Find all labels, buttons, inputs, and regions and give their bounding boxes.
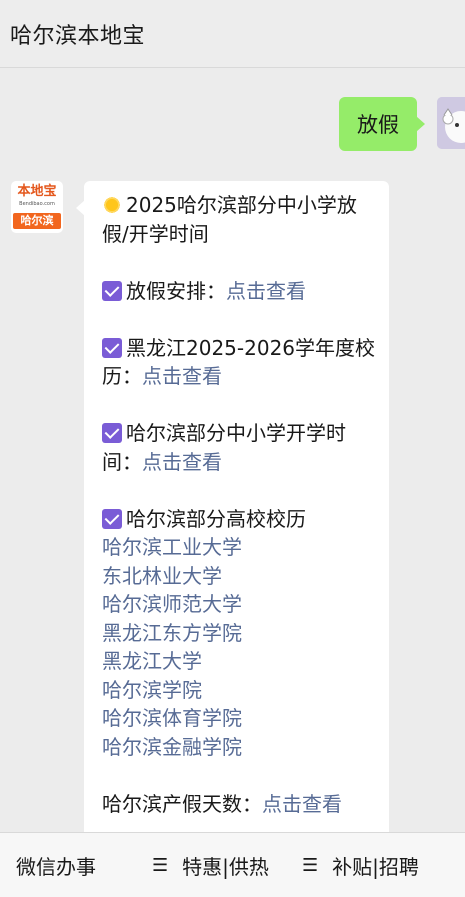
colleges-heading: 哈尔滨部分高校校历 — [102, 505, 375, 534]
maternity-label: 哈尔滨产假天数： — [102, 791, 262, 816]
user-avatar[interactable] — [437, 97, 465, 149]
checkbox-icon — [102, 280, 122, 301]
incoming-message-bubble: 2025哈尔滨部分中小学放假/开学时间 放假安排：点击查看 黑龙江2025-20… — [76, 181, 389, 832]
menu-label: 补贴|招聘 — [332, 855, 419, 879]
chat-area[interactable]: 放假 本地宝 Bendibao.com 哈尔滨 2025哈尔滨部分中小学放假/开… — [0, 68, 465, 832]
menu-list-icon: ☰ — [302, 855, 319, 876]
college-link[interactable]: 黑龙江东方学院 — [102, 619, 375, 648]
college-link[interactable]: 哈尔滨学院 — [102, 676, 375, 705]
logo-url-text: Bendibao.com — [19, 201, 55, 207]
checkbox-icon — [102, 508, 122, 529]
menu-item-deals-heating[interactable]: ☰ 特惠|供热 — [152, 833, 269, 897]
list-item: 放假安排：点击查看 — [102, 277, 375, 306]
user-avatar-image — [437, 97, 465, 149]
college-link[interactable]: 哈尔滨师范大学 — [102, 590, 375, 619]
item-label: 放假安排： — [126, 278, 226, 303]
menu-list-icon: ☰ — [152, 855, 169, 876]
chat-header: 哈尔滨本地宝 — [0, 0, 465, 68]
bot-avatar[interactable]: 本地宝 Bendibao.com 哈尔滨 — [11, 181, 63, 233]
view-link[interactable]: 点击查看 — [142, 364, 222, 388]
checkbox-icon — [102, 423, 122, 443]
outgoing-message-row: 放假 — [0, 97, 465, 153]
college-link[interactable]: 哈尔滨体育学院 — [102, 704, 375, 733]
chat-title: 哈尔滨本地宝 — [10, 23, 146, 49]
menu-label: 微信办事 — [16, 855, 96, 879]
logo-top-text: 本地宝 — [17, 184, 57, 199]
college-link[interactable]: 哈尔滨工业大学 — [102, 533, 375, 562]
item-label: 哈尔滨部分中小学开学时间： — [102, 421, 346, 474]
view-link[interactable]: 点击查看 — [226, 279, 306, 303]
sun-icon — [102, 195, 122, 215]
message-title: 2025哈尔滨部分中小学放假/开学时间 — [102, 191, 375, 248]
view-link[interactable]: 点击查看 — [142, 450, 222, 474]
list-item: 哈尔滨部分中小学开学时间：点击查看 — [102, 419, 375, 476]
checkbox-icon — [102, 337, 122, 358]
message-title-text: 2025哈尔滨部分中小学放假/开学时间 — [102, 193, 357, 246]
outgoing-message-text: 放假 — [357, 113, 399, 137]
view-link[interactable]: 点击查看 — [262, 792, 342, 816]
list-item: 黑龙江2025-2026学年度校历：点击查看 — [102, 334, 375, 391]
college-link[interactable]: 黑龙江大学 — [102, 647, 375, 676]
college-link[interactable]: 哈尔滨金融学院 — [102, 733, 375, 762]
maternity-item: 哈尔滨产假天数：点击查看 — [102, 790, 375, 819]
bottom-menu-bar: 微信办事 ☰ 特惠|供热 ☰ 补贴|招聘 — [0, 832, 465, 897]
menu-label: 特惠|供热 — [182, 855, 269, 879]
menu-item-subsidy-jobs[interactable]: ☰ 补贴|招聘 — [302, 833, 419, 897]
college-link[interactable]: 东北林业大学 — [102, 562, 375, 591]
logo-city-badge: 哈尔滨 — [13, 213, 61, 229]
outgoing-message-bubble[interactable]: 放假 — [339, 97, 425, 151]
menu-item-wechat-services[interactable]: 微信办事 — [16, 833, 96, 897]
colleges-title-text: 哈尔滨部分高校校历 — [126, 506, 306, 531]
